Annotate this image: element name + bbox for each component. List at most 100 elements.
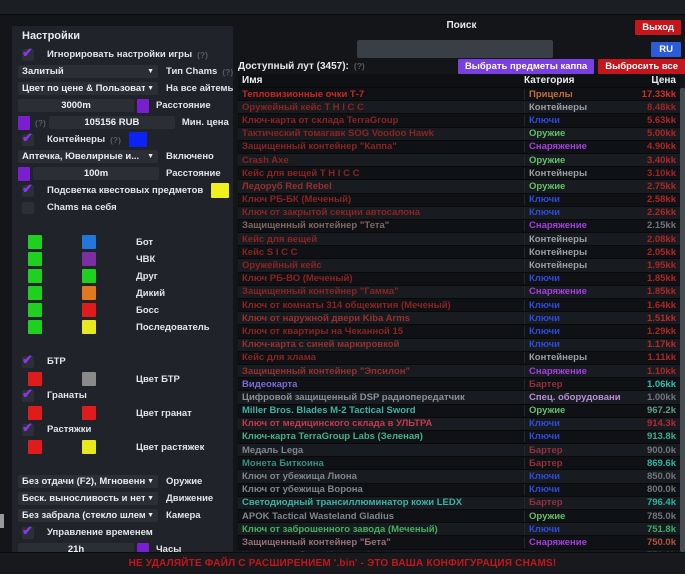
settings-checkbox-row[interactable]: Управление временем <box>18 526 227 539</box>
help-icon[interactable]: (?) <box>197 50 208 60</box>
select-kappa-items-button[interactable]: Выбрать предметы каппа <box>458 59 594 74</box>
table-row[interactable]: Защищенный контейнер "Тета" Снаряжение 2… <box>238 219 680 232</box>
table-row[interactable]: Ключ РБ-ВО (Меченый) Ключи 1.85kk <box>238 272 680 285</box>
table-row[interactable]: Ключ от комнаты 314 общежития (Меченый) … <box>238 298 680 311</box>
table-row[interactable]: Тактический томагавк SOG Voodoo Hawk Ору… <box>238 127 680 140</box>
settings-checkbox-row[interactable]: Подсветка квестовых предметов <box>18 184 227 197</box>
dropdown[interactable]: Цвет по цене & Пользователь ▼ <box>18 82 158 95</box>
table-row[interactable]: Медаль Lega Бартер 900.0k <box>238 443 680 456</box>
settings-checkbox-row[interactable]: Гранаты <box>18 389 227 402</box>
dropdown[interactable]: Без забрала (стекло шлема) ▼ <box>18 509 158 522</box>
table-row[interactable]: Оружейный кейс Контейнеры 1.95kk <box>238 258 680 271</box>
value-input[interactable]: 100m <box>33 167 159 180</box>
table-row[interactable]: Ключ от убежища Лиона Ключи 850.0k <box>238 469 680 482</box>
checkbox[interactable] <box>22 202 34 214</box>
table-row[interactable]: Кейс для хлама Контейнеры 1.11kk <box>238 351 680 364</box>
settings-section-header <box>20 219 227 231</box>
color-swatch[interactable] <box>28 252 42 266</box>
color-swatch[interactable] <box>28 269 42 283</box>
table-scrollbar[interactable] <box>680 87 685 553</box>
value-input[interactable]: 105156 RUB <box>49 116 175 129</box>
table-row[interactable]: Видеокарта Бартер 1.06kk <box>238 377 680 390</box>
table-row[interactable]: Оружейный кейс T H I C C Контейнеры 8.48… <box>238 100 680 113</box>
color-swatch[interactable] <box>137 99 149 113</box>
help-icon[interactable]: (?) <box>222 67 233 77</box>
checkbox[interactable] <box>22 527 34 539</box>
value-input[interactable]: 3000m <box>18 99 134 112</box>
color-swatch[interactable] <box>82 372 96 386</box>
checkbox[interactable] <box>22 356 34 368</box>
settings-checkbox-row[interactable]: Растяжки <box>18 423 227 436</box>
color-swatch[interactable] <box>82 269 96 283</box>
color-swatch[interactable] <box>82 252 96 266</box>
table-row[interactable]: Защищенный контейнер "Гамма" Снаряжение … <box>238 285 680 298</box>
table-row[interactable]: Ключ от убежища Ворона Ключи 800.0k <box>238 483 680 496</box>
color-swatch[interactable] <box>28 440 42 454</box>
color-swatch[interactable] <box>82 406 96 420</box>
color-swatch[interactable] <box>82 235 96 249</box>
table-row[interactable]: Защищенный контейнер "Каппа" Снаряжение … <box>238 140 680 153</box>
language-button[interactable]: RU <box>651 42 681 57</box>
color-swatch[interactable] <box>82 286 96 300</box>
table-row[interactable]: Ледоруб Red Rebel Оружие 2.75kk <box>238 179 680 192</box>
color-swatch[interactable] <box>129 132 147 147</box>
exit-button[interactable]: Выход <box>635 20 681 35</box>
table-row[interactable]: Miller Bros. Blades M-2 Tactical Sword О… <box>238 404 680 417</box>
table-row[interactable]: Ключ от заброшенного завода (Меченый) Кл… <box>238 522 680 535</box>
table-row[interactable]: Ключ от медицинского склада в УЛЬТРА Клю… <box>238 417 680 430</box>
table-row[interactable]: Ключ РБ-БК (Меченый) Ключи 2.58kk <box>238 193 680 206</box>
loot-help-icon[interactable]: (?) <box>354 61 365 71</box>
color-swatch[interactable] <box>28 372 42 386</box>
table-row[interactable]: Ключ-карта от склада TerraGroup Ключи 5.… <box>238 113 680 126</box>
settings-checkbox-row[interactable]: БТР <box>18 355 227 368</box>
color-swatch[interactable] <box>28 303 42 317</box>
table-row[interactable]: Ключ от квартиры на Чеканной 15 Ключи 1.… <box>238 324 680 337</box>
settings-checkbox-row[interactable]: Игнорировать настройки игры (?) <box>18 48 227 61</box>
table-row[interactable]: Кейс для вещей T H I C C Контейнеры 3.10… <box>238 166 680 179</box>
dropdown[interactable]: Без отдачи (F2), Мгновенное п ▼ <box>18 475 158 488</box>
dropdown[interactable]: Аптечка, Ювелирные и... ▼ <box>18 150 158 163</box>
table-row[interactable]: Защищенный контейнер "Эпсилон" Снаряжени… <box>238 364 680 377</box>
table-row[interactable]: APOK Tactical Wasteland Gladius Оружие 7… <box>238 509 680 522</box>
color-swatch[interactable] <box>18 167 30 181</box>
table-row[interactable]: Цифровой защищенный DSP радиопередатчик … <box>238 390 680 403</box>
column-category[interactable]: Категория <box>524 75 620 86</box>
table-row[interactable]: Тепловизионные очки Т-7 Прицелы 17.33kk <box>238 87 680 100</box>
table-row[interactable]: Ключ-карта TerraGroup Labs (Зеленая) Клю… <box>238 430 680 443</box>
checkbox[interactable] <box>22 424 34 436</box>
table-row[interactable]: Кейс для вещей Контейнеры 2.08kk <box>238 232 680 245</box>
table-row[interactable]: Ключ от наружной двери Kiba Arms Ключи 1… <box>238 311 680 324</box>
settings-checkbox-row[interactable]: Контейнеры (?) <box>18 133 227 146</box>
color-swatch[interactable] <box>82 303 96 317</box>
table-row[interactable]: Светодиодный трансиллюминатор кожи LEDX … <box>238 496 680 509</box>
color-swatch[interactable] <box>82 440 96 454</box>
checkbox[interactable] <box>22 49 34 61</box>
settings-panel: Настройки Игнорировать настройки игры (?… <box>12 26 233 553</box>
dropdown[interactable]: Залитый ▼ <box>18 65 158 78</box>
checkbox[interactable] <box>22 185 34 197</box>
drop-all-button[interactable]: Выбросить все <box>598 59 685 74</box>
color-swatch[interactable] <box>211 183 229 198</box>
color-swatch[interactable] <box>18 116 30 130</box>
table-row[interactable]: Ключ-карта с синей маркировкой Ключи 1.1… <box>238 338 680 351</box>
help-icon[interactable]: (?) <box>110 135 121 145</box>
color-swatch[interactable] <box>28 406 42 420</box>
scrollbar-thumb[interactable] <box>680 88 685 552</box>
table-row[interactable]: Ключ от закрытой секции автосалона Ключи… <box>238 206 680 219</box>
table-row[interactable]: Монета Биткоина Бартер 869.6k <box>238 456 680 469</box>
dropdown[interactable]: Беск. выносливость и нет уста ▼ <box>18 492 158 505</box>
search-input[interactable] <box>357 40 553 58</box>
table-row[interactable]: Кейс S I C C Контейнеры 2.05kk <box>238 245 680 258</box>
color-swatch[interactable] <box>82 320 96 334</box>
color-swatch[interactable] <box>28 286 42 300</box>
checkbox[interactable] <box>22 134 34 146</box>
color-swatch[interactable] <box>28 235 42 249</box>
checkbox[interactable] <box>22 390 34 402</box>
settings-checkbox-row[interactable]: Chams на себя <box>18 201 227 214</box>
help-icon[interactable]: (?) <box>35 118 46 128</box>
column-name[interactable]: Имя <box>238 75 524 86</box>
color-swatch[interactable] <box>28 320 42 334</box>
table-row[interactable]: Crash Axe Оружие 3.40kk <box>238 153 680 166</box>
column-price[interactable]: Цена <box>620 75 680 86</box>
table-row[interactable]: Защищенный контейнер "Бета" Снаряжение 7… <box>238 535 680 548</box>
